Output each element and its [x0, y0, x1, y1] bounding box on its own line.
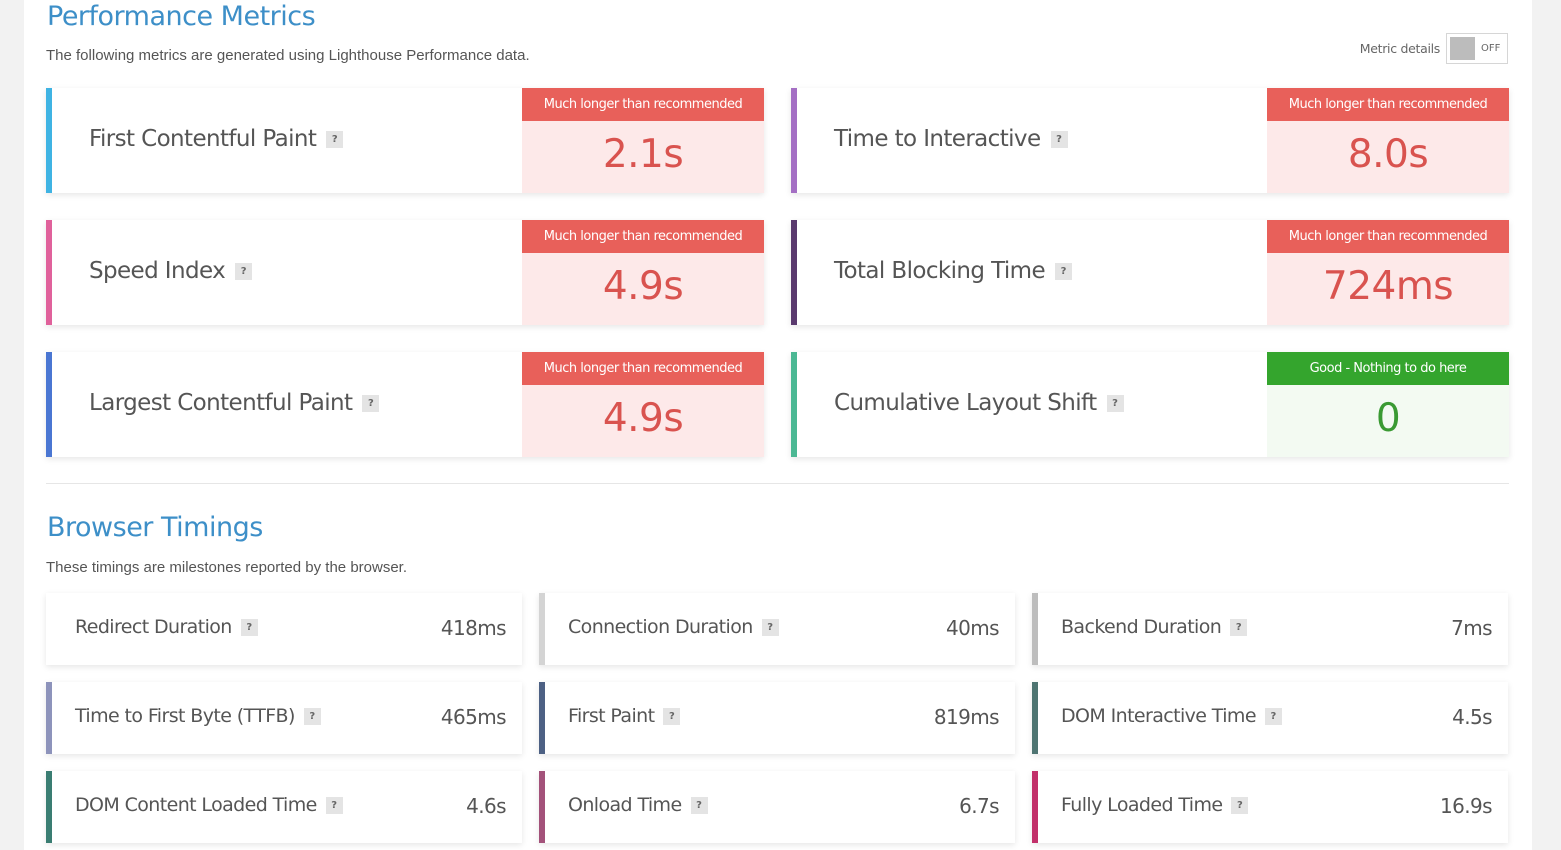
timing-value: 418ms — [440, 616, 507, 640]
browser-timings-description: These timings are milestones reported by… — [46, 559, 408, 576]
metric-score: Much longer than recommended 4.9s — [522, 220, 764, 325]
timing-value: 6.7s — [959, 794, 999, 818]
metric-label: First Contentful Paint — [89, 126, 317, 152]
metric-score: Much longer than recommended 8.0s — [1267, 88, 1509, 193]
timing-value: 16.9s — [1440, 794, 1493, 818]
help-icon[interactable]: ? — [761, 618, 779, 636]
metric-status-badge: Much longer than recommended — [522, 220, 764, 253]
metric-status-badge: Much longer than recommended — [1267, 88, 1509, 121]
metric-label: Total Blocking Time — [834, 258, 1046, 284]
timing-name: Connection Duration? — [568, 616, 779, 638]
help-icon[interactable]: ? — [325, 796, 343, 814]
help-icon[interactable]: ? — [1231, 796, 1249, 814]
metric-name: Speed Index? — [89, 258, 253, 284]
metric-status-badge: Much longer than recommended — [522, 88, 764, 121]
metric-value: 4.9s — [522, 385, 764, 457]
timing-label: Time to First Byte (TTFB) — [75, 705, 295, 727]
timing-card-backend-duration: Backend Duration? 7ms — [1032, 593, 1508, 665]
help-icon[interactable]: ? — [1055, 262, 1072, 280]
metric-label: Time to Interactive — [834, 126, 1041, 152]
section-divider — [46, 483, 1509, 484]
metric-name: Largest Contentful Paint? — [89, 390, 380, 416]
timing-name: Onload Time? — [568, 794, 708, 816]
timing-value: 819ms — [933, 705, 1000, 729]
help-icon[interactable]: ? — [1106, 394, 1124, 412]
toggle-knob — [1450, 37, 1475, 60]
metric-value: 724ms — [1267, 253, 1509, 325]
help-icon[interactable]: ? — [1230, 618, 1248, 636]
timing-card-first-paint: First Paint? 819ms — [539, 682, 1015, 754]
help-icon[interactable]: ? — [663, 707, 681, 725]
metric-details-toggle[interactable]: OFF — [1446, 33, 1508, 64]
toggle-state: OFF — [1481, 43, 1501, 54]
metric-status-badge: Much longer than recommended — [1267, 220, 1509, 253]
timing-name: Fully Loaded Time? — [1061, 794, 1249, 816]
metric-value: 4.9s — [522, 253, 764, 325]
timing-card-ttfb: Time to First Byte (TTFB)? 465ms — [46, 682, 522, 754]
timing-label: DOM Content Loaded Time — [75, 794, 317, 816]
help-icon[interactable]: ? — [326, 130, 344, 148]
timing-label: Fully Loaded Time — [1061, 794, 1223, 816]
metric-score: Much longer than recommended 724ms — [1267, 220, 1509, 325]
metric-name: Cumulative Layout Shift? — [834, 390, 1124, 416]
metric-card-first-contentful-paint: First Contentful Paint? Much longer than … — [46, 88, 764, 193]
metric-value: 0 — [1267, 385, 1509, 457]
browser-timings-title: Browser Timings — [47, 512, 263, 543]
metric-details-toggle-group: Metric details OFF — [1360, 33, 1508, 64]
timing-value: 4.6s — [466, 794, 506, 818]
metric-score: Much longer than recommended 2.1s — [522, 88, 764, 193]
timing-card-redirect-duration: Redirect Duration? 418ms — [46, 593, 522, 665]
help-icon[interactable]: ? — [362, 394, 380, 412]
timing-label: Redirect Duration — [75, 616, 232, 638]
timing-name: DOM Content Loaded Time? — [75, 794, 343, 816]
timing-card-dom-content-loaded: DOM Content Loaded Time? 4.6s — [46, 771, 522, 843]
timing-card-fully-loaded: Fully Loaded Time? 16.9s — [1032, 771, 1508, 843]
metric-status-badge: Good - Nothing to do here — [1267, 352, 1509, 385]
metric-label: Speed Index — [89, 258, 226, 284]
performance-metrics-title: Performance Metrics — [47, 1, 316, 32]
metric-label: Largest Contentful Paint — [89, 390, 353, 416]
performance-metrics-description: The following metrics are generated usin… — [46, 47, 530, 64]
metric-status-badge: Much longer than recommended — [522, 352, 764, 385]
timing-value: 40ms — [946, 616, 1000, 640]
metric-details-label: Metric details — [1359, 41, 1441, 56]
metric-score: Much longer than recommended 4.9s — [522, 352, 764, 457]
timing-name: Time to First Byte (TTFB)? — [75, 705, 321, 727]
report-page: Performance Metrics The following metric… — [24, 0, 1532, 850]
timing-card-dom-interactive: DOM Interactive Time? 4.5s — [1032, 682, 1508, 754]
timing-value: 465ms — [440, 705, 507, 729]
metric-card-speed-index: Speed Index? Much longer than recommended… — [46, 220, 764, 325]
timing-label: Onload Time — [568, 794, 682, 816]
timing-card-connection-duration: Connection Duration? 40ms — [539, 593, 1015, 665]
help-icon[interactable]: ? — [240, 618, 258, 636]
metric-score: Good - Nothing to do here 0 — [1267, 352, 1509, 457]
timing-name: Backend Duration? — [1061, 616, 1248, 638]
timing-name: DOM Interactive Time? — [1061, 705, 1282, 727]
metric-value: 8.0s — [1267, 121, 1509, 193]
metric-card-cumulative-layout-shift: Cumulative Layout Shift? Good - Nothing t… — [791, 352, 1509, 457]
timing-label: Connection Duration — [568, 616, 753, 638]
metric-card-total-blocking-time: Total Blocking Time? Much longer than rec… — [791, 220, 1509, 325]
metric-name: Total Blocking Time? — [834, 258, 1072, 284]
timing-label: First Paint — [568, 705, 655, 727]
metric-card-largest-contentful-paint: Largest Contentful Paint? Much longer tha… — [46, 352, 764, 457]
timing-card-onload: Onload Time? 6.7s — [539, 771, 1015, 843]
help-icon[interactable]: ? — [1264, 707, 1282, 725]
metric-card-time-to-interactive: Time to Interactive? Much longer than rec… — [791, 88, 1509, 193]
timing-name: Redirect Duration? — [75, 616, 258, 638]
help-icon[interactable]: ? — [1050, 130, 1068, 148]
metric-name: Time to Interactive? — [834, 126, 1068, 152]
metric-value: 2.1s — [522, 121, 764, 193]
help-icon[interactable]: ? — [235, 262, 253, 280]
timing-value: 4.5s — [1452, 705, 1492, 729]
metric-name: First Contentful Paint? — [89, 126, 344, 152]
timing-label: DOM Interactive Time — [1061, 705, 1257, 727]
help-icon[interactable]: ? — [690, 796, 708, 814]
timing-name: First Paint? — [568, 705, 681, 727]
metric-label: Cumulative Layout Shift — [834, 390, 1097, 416]
timing-value: 7ms — [1451, 616, 1492, 640]
help-icon[interactable]: ? — [303, 707, 321, 725]
timing-label: Backend Duration — [1061, 616, 1222, 638]
